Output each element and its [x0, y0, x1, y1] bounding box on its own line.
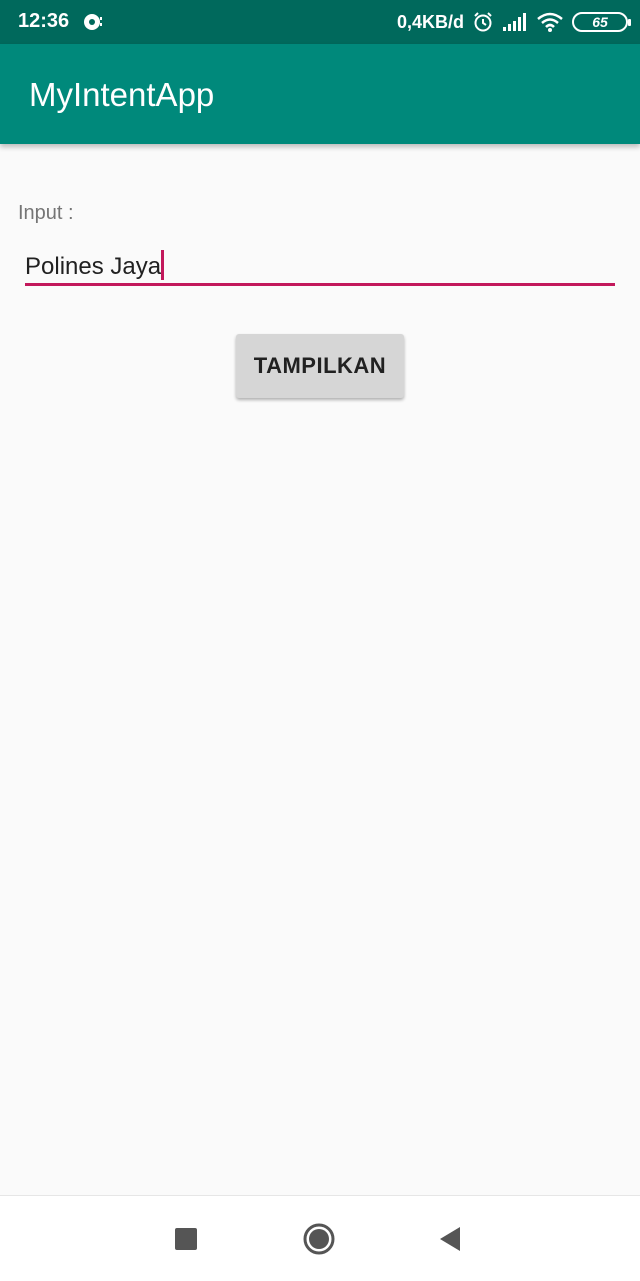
battery-level: 65 — [592, 14, 608, 30]
status-time: 12:36 — [18, 10, 70, 32]
status-right: 0,4KB/d 65 — [396, 9, 631, 35]
home-icon[interactable] — [297, 1217, 341, 1261]
network-speed: 0,4KB/d — [396, 11, 464, 32]
text-cursor — [161, 250, 165, 280]
status-bar: 12:36 0,4KB/d 65 — [0, 0, 640, 44]
navigation-bar — [0, 1195, 640, 1281]
notification-icon — [82, 11, 104, 33]
battery-icon: 65 — [572, 12, 631, 32]
back-icon[interactable] — [428, 1217, 472, 1261]
wifi-icon — [536, 11, 564, 33]
alarm-icon — [472, 11, 494, 33]
recents-icon[interactable] — [164, 1217, 208, 1261]
app-bar: MyIntentApp — [0, 44, 640, 144]
tampilkan-button[interactable]: TAMPILKAN — [236, 334, 404, 398]
input-label: Input : — [18, 202, 74, 224]
input-underline — [25, 283, 615, 286]
tampilkan-button-label: TAMPILKAN — [253, 353, 387, 378]
signal-icon — [502, 12, 528, 32]
app-title: MyIntentApp — [29, 76, 215, 113]
text-input-field[interactable]: Polines Jaya — [25, 242, 615, 286]
input-value[interactable]: Polines Jaya — [25, 253, 161, 280]
